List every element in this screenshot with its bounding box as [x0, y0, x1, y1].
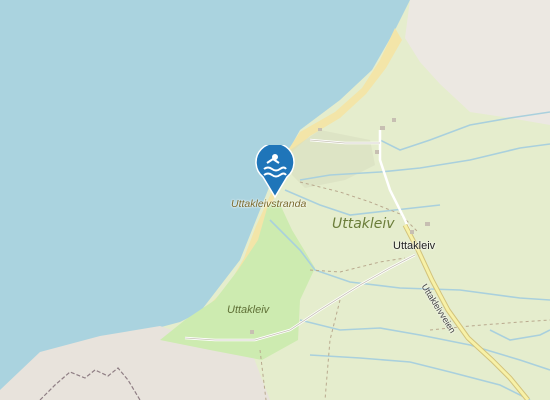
map-canvas[interactable]: Uttakleivstranda Uttakleiv Uttakleiv Utt…	[0, 0, 550, 400]
beach-marker[interactable]	[255, 142, 295, 200]
swimming-icon	[255, 142, 295, 199]
